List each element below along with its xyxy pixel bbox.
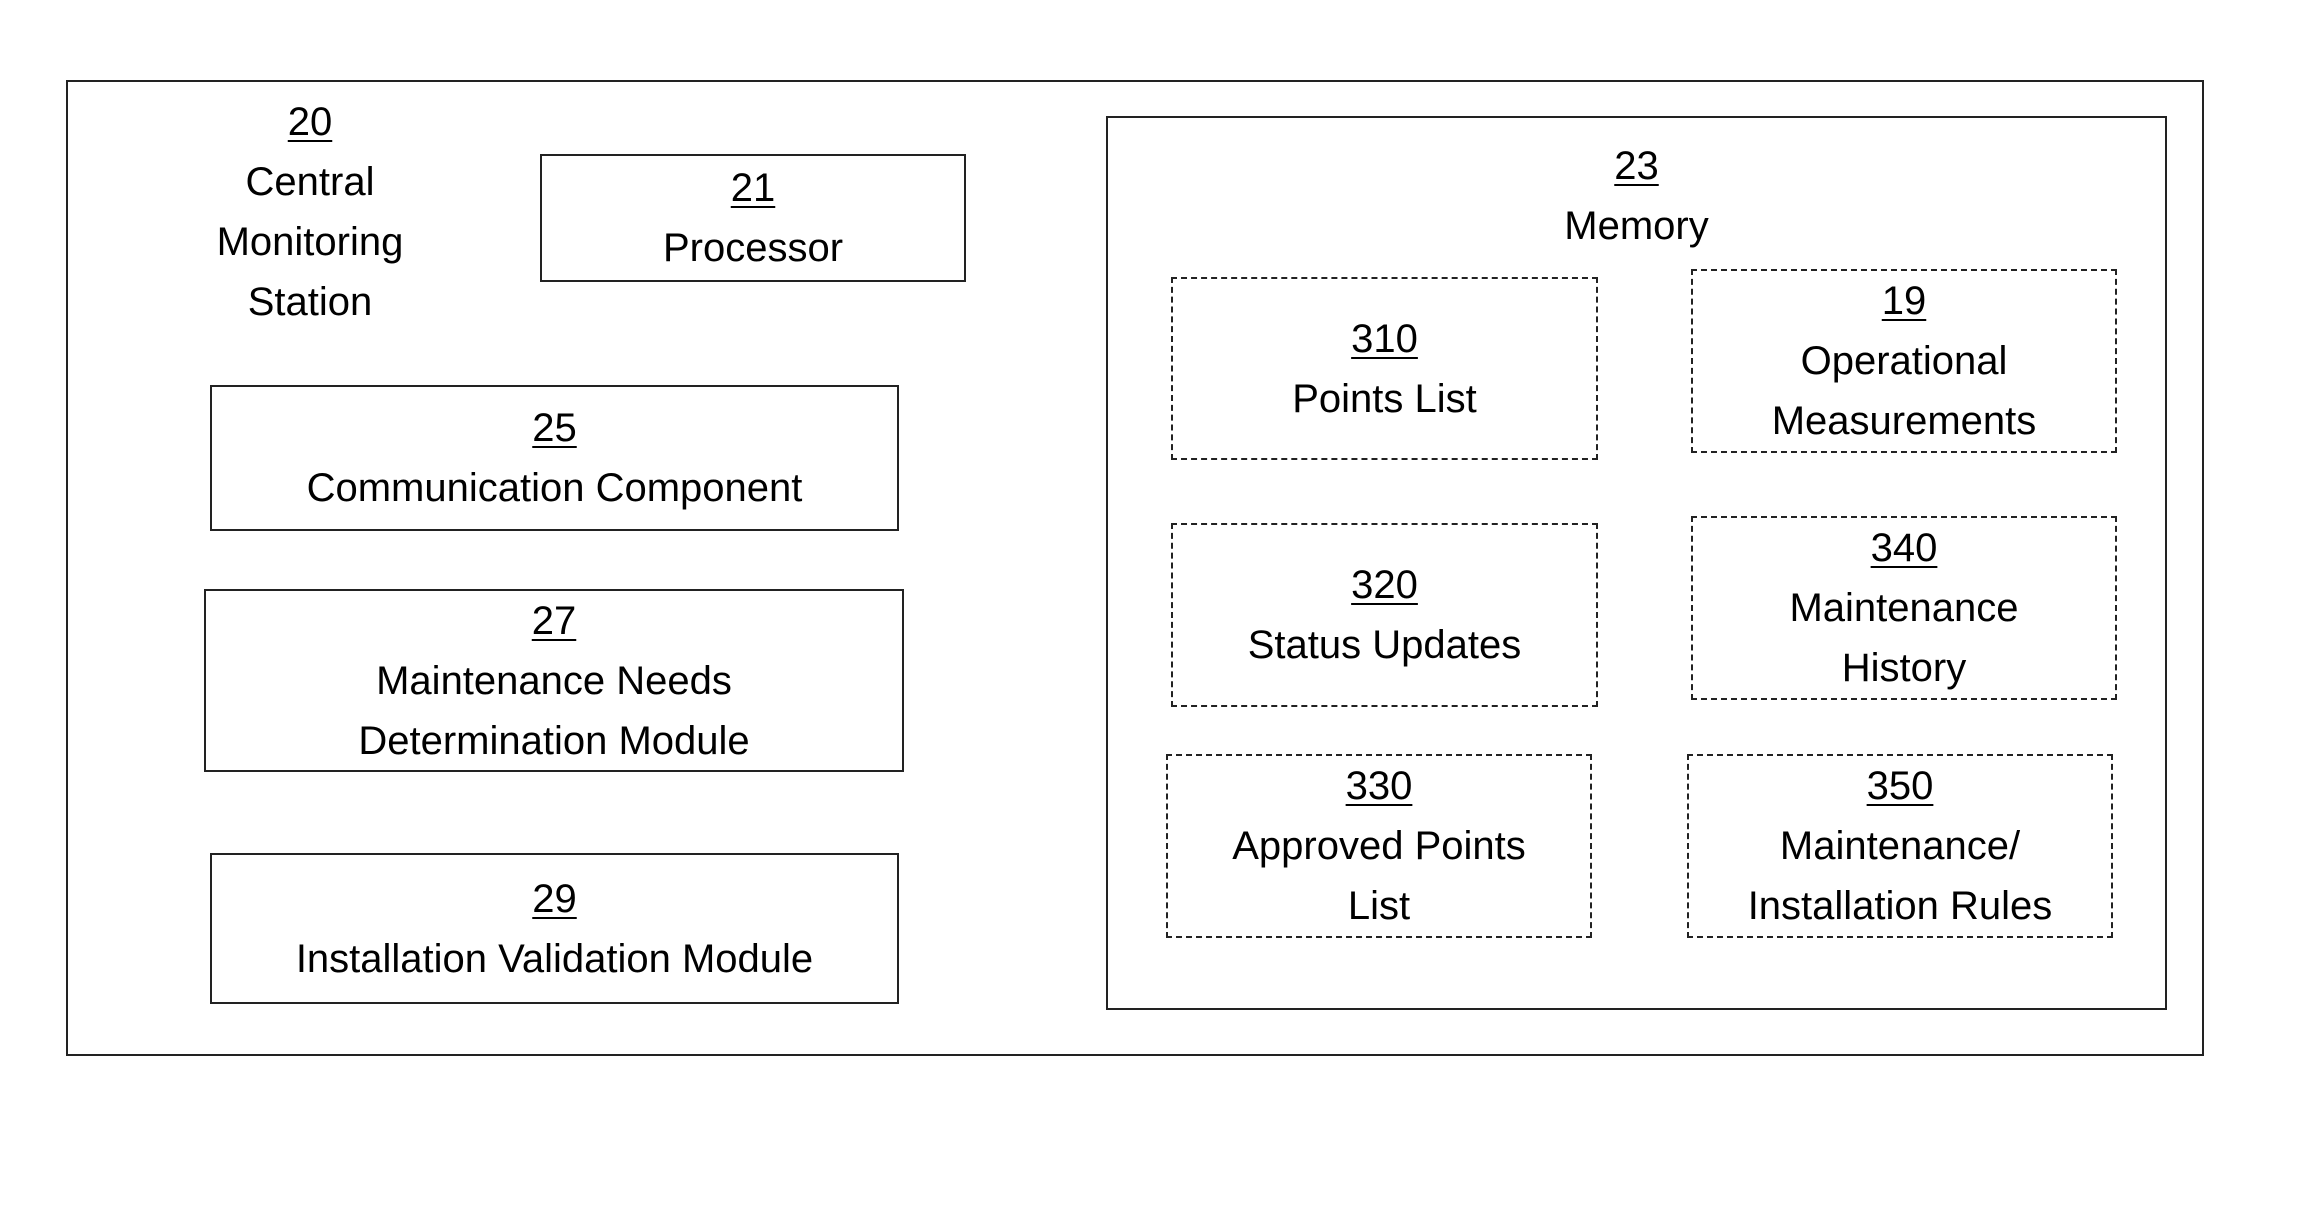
approved-points-list-ref-number: 330	[1345, 764, 1413, 808]
status-updates-name: Status Updates	[1247, 623, 1522, 667]
communication-component-ref-number: 25	[532, 406, 577, 450]
maintenance-installation-rules-ref-number: 350	[1866, 764, 1934, 808]
processor-label: 21 Processor	[542, 158, 964, 278]
maintenance-installation-rules-label: 350 Maintenance/ Installation Rules	[1689, 756, 2111, 936]
status-updates-label: 320 Status Updates	[1173, 555, 1596, 675]
station-ref-number: 20	[287, 100, 333, 144]
communication-component-name: Communication Component	[306, 466, 803, 510]
maintenance-installation-rules-name-line: Installation Rules	[1747, 884, 2053, 928]
processor-ref-number: 21	[730, 166, 776, 210]
approved-points-list-name-line: List	[1347, 884, 1411, 928]
maintenance-needs-module-label: 27 Maintenance Needs Determination Modul…	[206, 591, 902, 771]
memory-name: Memory	[1564, 204, 1709, 248]
status-updates-box: 320 Status Updates	[1171, 523, 1598, 707]
communication-component-box: 25 Communication Component	[210, 385, 899, 531]
processor-name: Processor	[662, 226, 844, 270]
points-list-box: 310 Points List	[1171, 277, 1598, 460]
maintenance-installation-rules-name-line: Maintenance/	[1779, 824, 2021, 868]
operational-measurements-ref-number: 19	[1881, 279, 1927, 323]
station-label-line: Monitoring	[216, 220, 404, 264]
status-updates-ref-number: 320	[1351, 563, 1418, 607]
operational-measurements-name-line: Measurements	[1771, 399, 2037, 443]
maintenance-needs-module-name-line: Maintenance Needs	[376, 658, 732, 703]
processor-box: 21 Processor	[540, 154, 966, 282]
installation-validation-module-name: Installation Validation Module	[295, 936, 814, 981]
maintenance-needs-module-name-line: Determination Module	[358, 718, 750, 763]
maintenance-history-label: 340 Maintenance History	[1693, 518, 2115, 698]
maintenance-history-box: 340 Maintenance History	[1691, 516, 2117, 700]
station-label: 20 Central Monitoring Station	[160, 92, 460, 332]
memory-ref-number: 23	[1614, 144, 1659, 188]
operational-measurements-name-line: Operational	[1800, 339, 2008, 383]
approved-points-list-box: 330 Approved Points List	[1166, 754, 1592, 938]
approved-points-list-name-line: Approved Points	[1232, 824, 1526, 868]
station-label-line: Station	[247, 280, 373, 324]
communication-component-label: 25 Communication Component	[212, 398, 897, 518]
points-list-name: Points List	[1292, 376, 1477, 421]
station-label-line: Central	[245, 160, 375, 204]
operational-measurements-box: 19 Operational Measurements	[1691, 269, 2117, 453]
maintenance-history-name-line: Maintenance	[1789, 586, 2019, 630]
maintenance-needs-module-ref-number: 27	[531, 598, 577, 643]
operational-measurements-label: 19 Operational Measurements	[1693, 271, 2115, 451]
maintenance-history-ref-number: 340	[1870, 526, 1938, 570]
installation-validation-module-ref-number: 29	[532, 876, 577, 921]
maintenance-needs-module-box: 27 Maintenance Needs Determination Modul…	[204, 589, 904, 772]
maintenance-history-name-line: History	[1841, 646, 1967, 690]
maintenance-installation-rules-box: 350 Maintenance/ Installation Rules	[1687, 754, 2113, 938]
approved-points-list-label: 330 Approved Points List	[1168, 756, 1590, 936]
installation-validation-module-label: 29 Installation Validation Module	[212, 869, 897, 989]
memory-label: 23 Memory	[1108, 136, 2165, 256]
installation-validation-module-box: 29 Installation Validation Module	[210, 853, 899, 1004]
points-list-label: 310 Points List	[1173, 309, 1596, 429]
points-list-ref-number: 310	[1351, 316, 1418, 361]
